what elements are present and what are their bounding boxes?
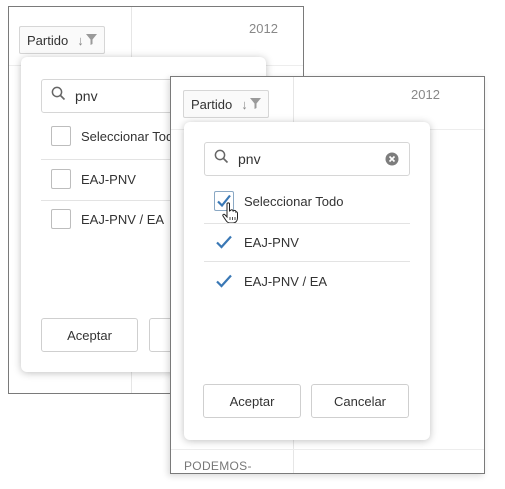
checkbox[interactable] — [51, 209, 71, 229]
filter-option-eaj-pnv[interactable]: EAJ-PNV — [214, 232, 299, 252]
divider — [204, 223, 410, 224]
option-label: EAJ-PNV / EA — [81, 211, 165, 227]
option-label: EAJ-PNV — [244, 234, 299, 250]
front-screenshot: Partido ↓ 2012 pnv Seleccionar Todo EAJ-… — [170, 76, 485, 474]
filter-option-eaj-pnv-ea[interactable]: EAJ-PNV / EA — [214, 271, 327, 291]
funnel-icon[interactable] — [249, 97, 261, 112]
checkbox-checked[interactable] — [214, 271, 234, 291]
divider — [204, 261, 410, 262]
sort-down-arrow-icon[interactable]: ↓ — [241, 97, 248, 112]
partido-header-button[interactable]: Partido ↓ — [183, 90, 269, 118]
cancel-button[interactable]: Cancelar — [311, 384, 409, 418]
option-label: EAJ-PNV / EA — [244, 273, 328, 289]
checkbox[interactable] — [51, 126, 71, 146]
clear-circle-icon[interactable] — [385, 152, 399, 171]
grid-line — [171, 449, 484, 450]
sort-down-arrow-icon[interactable]: ↓ — [77, 33, 84, 48]
filter-option-eaj-pnv[interactable]: EAJ-PNV — [51, 169, 136, 189]
search-icon — [214, 149, 229, 169]
search-icon — [51, 86, 66, 106]
funnel-icon[interactable] — [85, 33, 97, 48]
search-value: pnv — [75, 88, 98, 104]
year-column-header: 2012 — [411, 87, 440, 102]
search-input[interactable]: pnv — [204, 142, 410, 176]
option-label: EAJ-PNV — [81, 171, 136, 187]
filter-option-select-all[interactable]: Seleccionar Todo — [51, 126, 181, 146]
checkbox[interactable] — [51, 169, 71, 189]
filter-option-eaj-pnv-ea[interactable]: EAJ-PNV / EA — [51, 209, 164, 229]
option-label: Seleccionar Todo — [81, 128, 181, 144]
search-value: pnv — [238, 151, 261, 167]
header-label: Partido — [27, 32, 69, 48]
filter-popup: pnv Seleccionar Todo EAJ-PNV EAJ-PNV / E… — [184, 122, 430, 440]
accept-button[interactable]: Aceptar — [203, 384, 301, 418]
hand-pointer-icon — [222, 202, 238, 229]
header-label: Partido — [191, 96, 233, 112]
checkbox-checked[interactable] — [214, 232, 234, 252]
checkmark-icon — [216, 274, 232, 288]
partido-header-button[interactable]: Partido ↓ — [19, 26, 105, 54]
option-label: Seleccionar Todo — [244, 193, 344, 209]
table-cell-partido: PODEMOS- — [184, 459, 252, 473]
accept-button[interactable]: Aceptar — [41, 318, 138, 352]
year-column-header: 2012 — [249, 21, 278, 36]
checkmark-icon — [216, 235, 232, 249]
